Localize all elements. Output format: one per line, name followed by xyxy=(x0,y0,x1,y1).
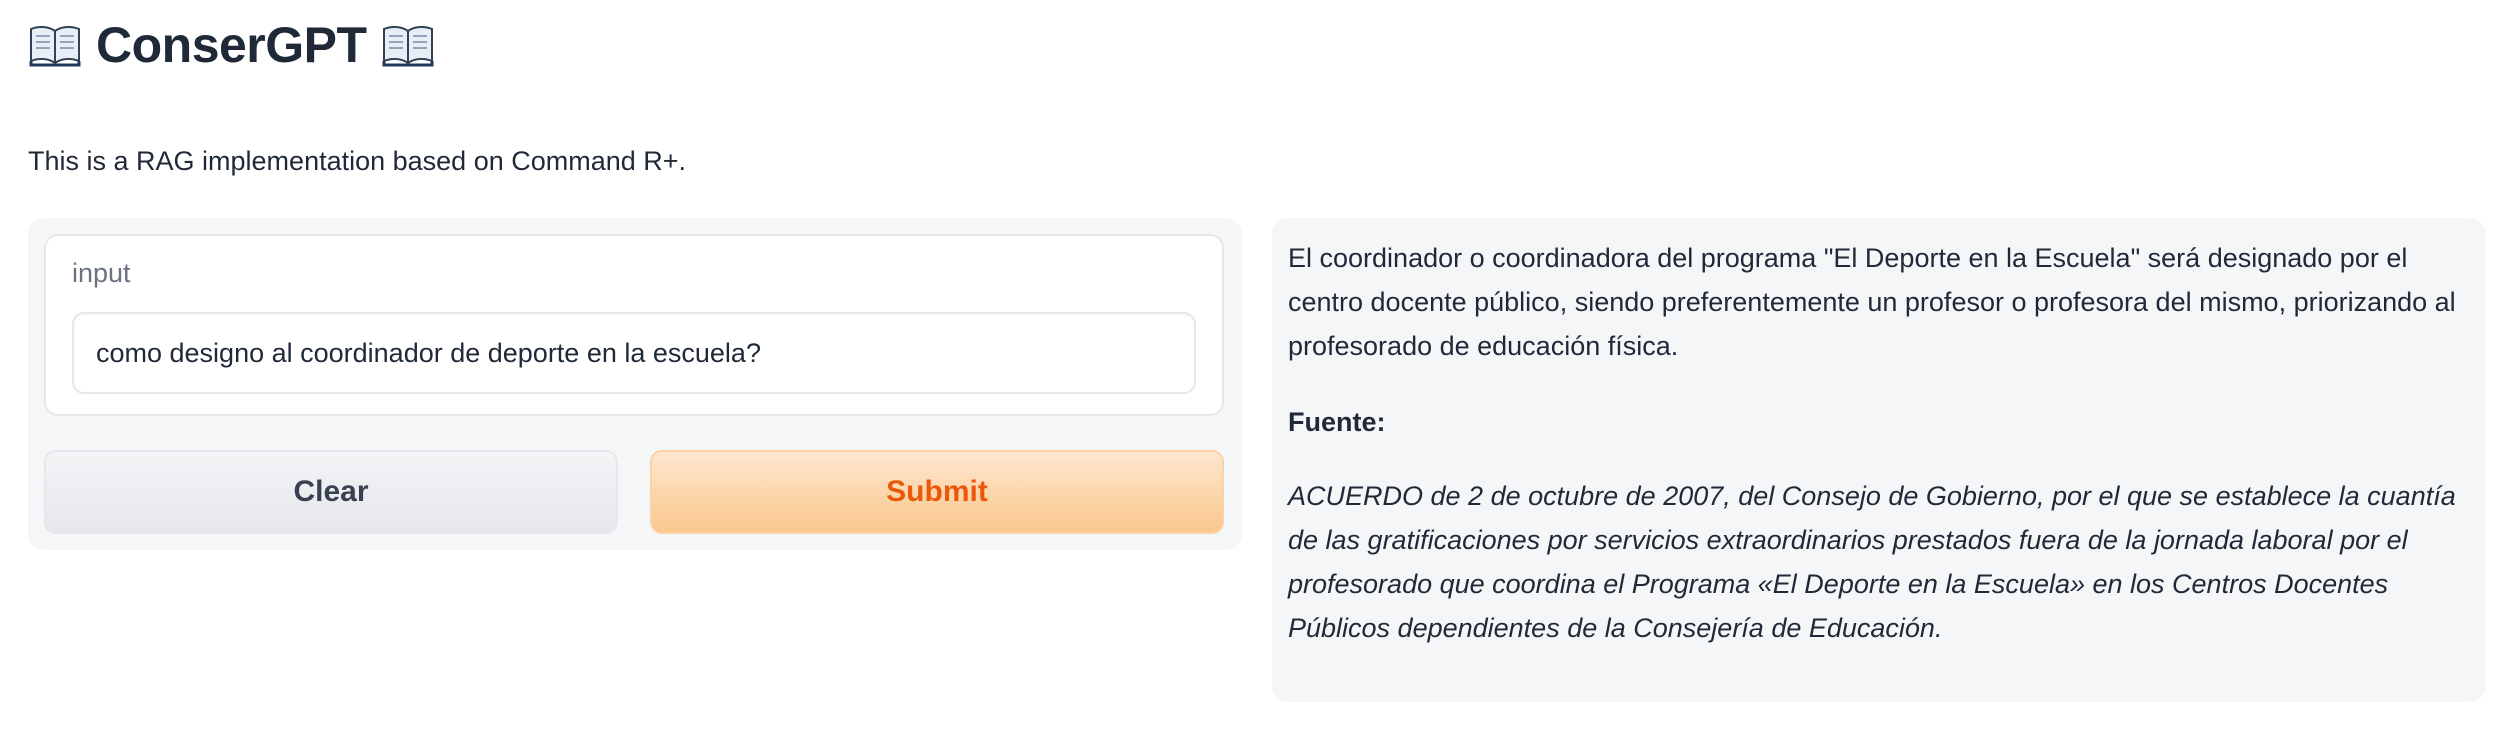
output-panel: El coordinador o coordinadora del progra… xyxy=(1272,218,2486,702)
page-title: ConserGPT xyxy=(28,10,435,80)
open-book-icon xyxy=(381,23,435,67)
question-input[interactable] xyxy=(72,312,1196,394)
submit-button[interactable]: Submit xyxy=(650,450,1224,534)
open-book-icon xyxy=(28,23,82,67)
input-block: input xyxy=(44,234,1224,416)
input-panel: input Clear Submit xyxy=(28,218,1242,550)
source-label: Fuente: xyxy=(1288,407,1386,437)
title-text: ConserGPT xyxy=(96,17,367,73)
clear-button[interactable]: Clear xyxy=(44,450,618,534)
input-label: input xyxy=(72,258,131,288)
source-text: ACUERDO de 2 de octubre de 2007, del Con… xyxy=(1288,481,2456,643)
answer-text: El coordinador o coordinadora del progra… xyxy=(1288,243,2456,361)
app-page: ConserGPT This is a RAG implementation b… xyxy=(0,0,2514,746)
app-description: This is a RAG implementation based on Co… xyxy=(28,146,687,176)
